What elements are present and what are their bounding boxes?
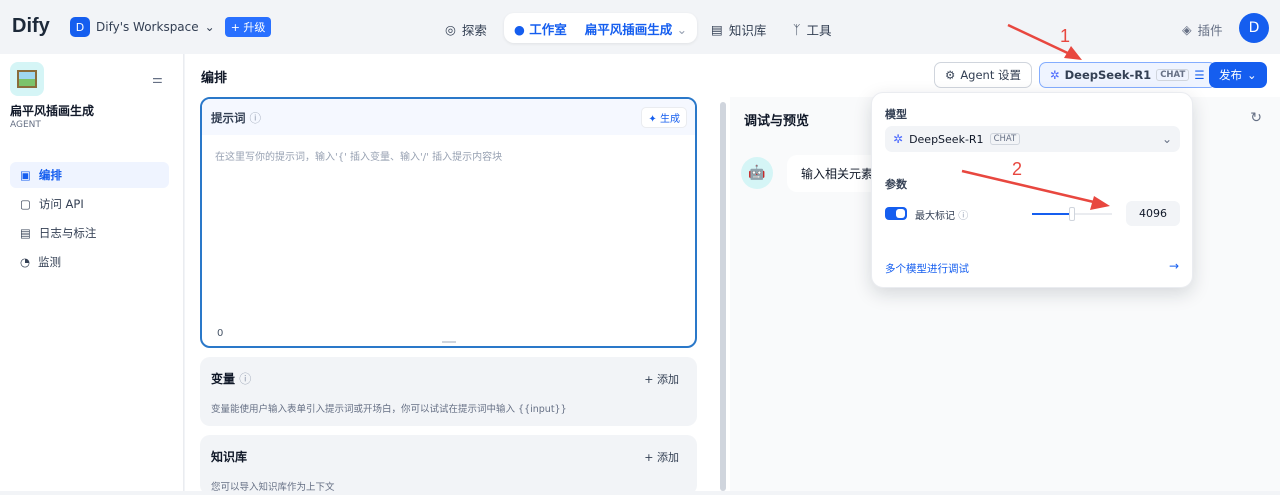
annotation-arrowhead-2 (1090, 196, 1110, 210)
annotation-label-2: 2 (1012, 159, 1022, 179)
annotation-arrow-2 (961, 169, 1099, 205)
annotation-arrows: 1 2 (961, 23, 1110, 210)
annotation-label-1: 1 (1060, 26, 1070, 46)
